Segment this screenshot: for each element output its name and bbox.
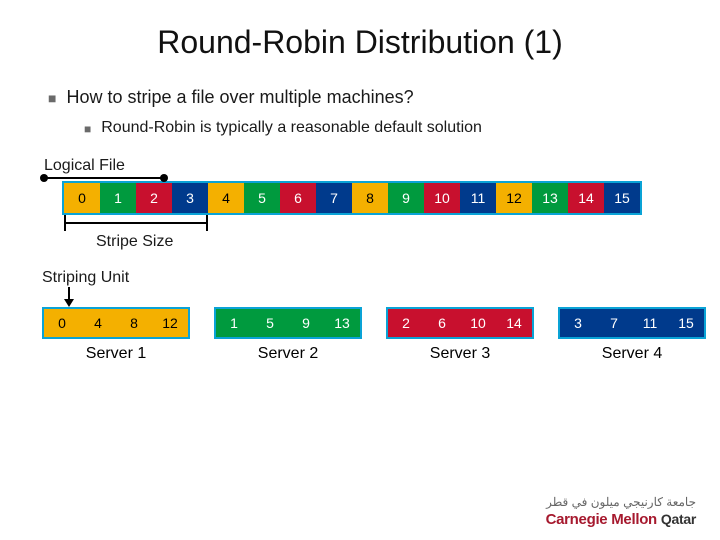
server-cell: 9 <box>288 309 324 337</box>
logical-cell: 8 <box>352 183 388 213</box>
server-block: 261014 Server 3 <box>388 309 532 363</box>
logical-cell: 2 <box>136 183 172 213</box>
footer-location: Qatar <box>661 511 696 527</box>
server-cells: 371115 <box>560 309 704 337</box>
bullet-level-2: ■ Round-Robin is typically a reasonable … <box>84 119 680 139</box>
bullet-level-1: ■ How to stripe a file over multiple mac… <box>48 87 680 109</box>
bullet-2-text: Round-Robin is typically a reasonable de… <box>101 119 482 137</box>
server-cell: 5 <box>252 309 288 337</box>
logical-cell: 14 <box>568 183 604 213</box>
stripe-size-label: Stripe Size <box>96 233 680 251</box>
bullet-1-text: How to stripe a file over multiple machi… <box>66 87 413 108</box>
logical-cell: 1 <box>100 183 136 213</box>
server-cell: 11 <box>632 309 668 337</box>
server-cell: 6 <box>424 309 460 337</box>
server-block: 04812 Server 1 <box>44 309 188 363</box>
server-cell: 13 <box>324 309 360 337</box>
striping-unit-label: Striping Unit <box>42 269 680 287</box>
server-cell: 0 <box>44 309 80 337</box>
server-cell: 8 <box>116 309 152 337</box>
logical-cell: 3 <box>172 183 208 213</box>
server-cell: 12 <box>152 309 188 337</box>
server-cell: 1 <box>216 309 252 337</box>
logical-file-underline <box>44 177 164 179</box>
logical-cell: 12 <box>496 183 532 213</box>
logical-cell: 5 <box>244 183 280 213</box>
server-cell: 14 <box>496 309 532 337</box>
server-block: 371115 Server 4 <box>560 309 704 363</box>
server-cells: 04812 <box>44 309 188 337</box>
logical-cell: 13 <box>532 183 568 213</box>
footer-brand-name: Carnegie Mellon <box>546 511 657 528</box>
logical-file-label: Logical File <box>44 157 680 175</box>
bullets: ■ How to stripe a file over multiple mac… <box>48 87 680 139</box>
logical-file-row: 0123456789101112131415 <box>64 183 640 213</box>
footer-logo-text: Carnegie MellonQatar <box>546 511 696 528</box>
server-cell: 7 <box>596 309 632 337</box>
logical-cell: 11 <box>460 183 496 213</box>
logical-cell: 9 <box>388 183 424 213</box>
logical-cell: 15 <box>604 183 640 213</box>
servers-row: 04812Server 115913Server 2261014Server 3… <box>44 309 680 363</box>
server-label: Server 4 <box>602 345 662 363</box>
stripe-size-bracket <box>64 215 208 233</box>
server-cell: 15 <box>668 309 704 337</box>
server-cell: 3 <box>560 309 596 337</box>
footer-brand: جامعة كارنيجي ميلون في قطر Carnegie Mell… <box>546 495 696 528</box>
footer-arabic: جامعة كارنيجي ميلون في قطر <box>546 495 696 509</box>
server-label: Server 3 <box>430 345 490 363</box>
striping-unit-arrow-icon <box>68 287 70 305</box>
bullet-marker-icon: ■ <box>84 119 91 139</box>
bullet-marker-icon: ■ <box>48 87 56 109</box>
slide-title: Round-Robin Distribution (1) <box>40 24 680 61</box>
server-cell: 4 <box>80 309 116 337</box>
logical-cell: 6 <box>280 183 316 213</box>
server-cells: 261014 <box>388 309 532 337</box>
logical-cell: 0 <box>64 183 100 213</box>
logical-cell: 4 <box>208 183 244 213</box>
server-cell: 10 <box>460 309 496 337</box>
server-cells: 15913 <box>216 309 360 337</box>
logical-cell: 7 <box>316 183 352 213</box>
logical-cell: 10 <box>424 183 460 213</box>
server-label: Server 2 <box>258 345 318 363</box>
server-block: 15913 Server 2 <box>216 309 360 363</box>
server-label: Server 1 <box>86 345 146 363</box>
server-cell: 2 <box>388 309 424 337</box>
